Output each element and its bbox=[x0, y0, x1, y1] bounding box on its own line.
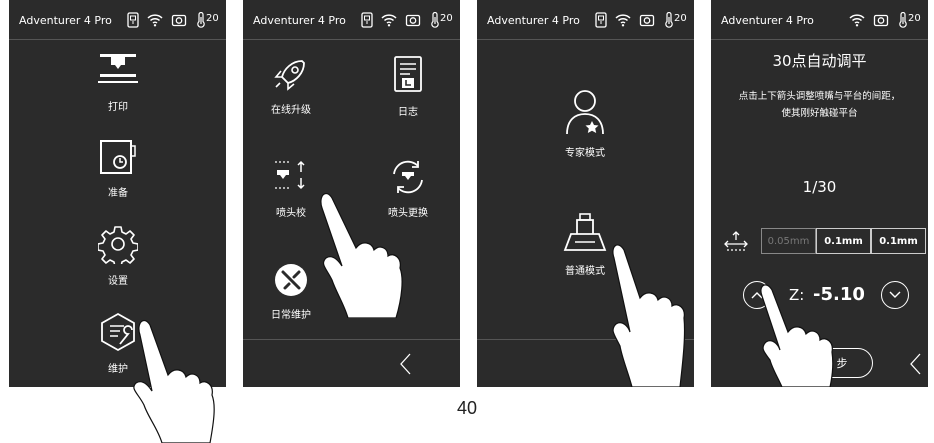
menu-item-log[interactable]: 日志 bbox=[373, 55, 443, 118]
leveling-progress: 1/30 bbox=[802, 178, 837, 196]
temperature-value: 20 bbox=[908, 13, 921, 24]
log-icon bbox=[394, 56, 422, 92]
wifi-icon bbox=[849, 14, 865, 27]
menu-label-maintenance: 维护 bbox=[108, 364, 128, 375]
device-title: Adventurer 4 Pro bbox=[487, 14, 580, 27]
menu-item-print[interactable]: 打印 bbox=[88, 52, 148, 113]
device-title: Adventurer 4 Pro bbox=[253, 14, 346, 27]
device-title: Adventurer 4 Pro bbox=[721, 14, 814, 27]
next-step-label: 步 bbox=[836, 357, 848, 370]
status-bar: Adventurer 4 Pro 20 bbox=[9, 0, 226, 40]
temperature-value: 20 bbox=[674, 13, 687, 24]
nozzle-calibration-icon bbox=[275, 160, 305, 190]
chevron-left-icon bbox=[634, 353, 645, 374]
usb-storage-icon bbox=[361, 12, 373, 28]
wifi-icon bbox=[381, 14, 397, 27]
bottom-bar bbox=[243, 339, 460, 387]
menu-item-settings[interactable]: 设置 bbox=[88, 224, 148, 287]
z-label: Z: bbox=[789, 286, 805, 304]
usb-storage-icon bbox=[595, 12, 607, 28]
wifi-icon bbox=[147, 14, 163, 27]
menu-item-daily-maintenance[interactable]: 日常维护 bbox=[256, 262, 326, 321]
usb-storage-icon bbox=[127, 12, 139, 28]
menu-item-expert-mode[interactable]: 专家模式 bbox=[550, 88, 620, 159]
next-step-button[interactable]: 步 bbox=[811, 348, 873, 378]
z-up-button[interactable] bbox=[743, 281, 771, 309]
menu-label-print: 打印 bbox=[108, 102, 128, 113]
z-down-button[interactable] bbox=[881, 281, 909, 309]
screen-main-menu: Adventurer 4 Pro 20 打印 准备 设置 维护 bbox=[9, 0, 226, 387]
camera-icon bbox=[639, 14, 655, 27]
leveling-description: 点击上下箭头调整喷嘴与平台的间距， 使其刚好触碰平台 bbox=[719, 88, 920, 122]
prepare-icon bbox=[100, 140, 136, 174]
move-axes-icon bbox=[724, 231, 748, 251]
menu-item-online-upgrade[interactable]: 在线升级 bbox=[256, 55, 326, 116]
temperature-value: 20 bbox=[440, 13, 453, 24]
menu-label-daily-maintenance: 日常维护 bbox=[271, 310, 311, 321]
chevron-left-icon[interactable] bbox=[909, 352, 923, 376]
menu-label-settings: 设置 bbox=[108, 276, 128, 287]
leveling-title: 30点自动调平 bbox=[772, 52, 867, 70]
menu-label-log: 日志 bbox=[398, 107, 418, 118]
wifi-icon bbox=[615, 14, 631, 27]
menu-label-expert-mode: 专家模式 bbox=[565, 148, 605, 159]
gear-icon bbox=[98, 226, 138, 264]
screen-maintenance: Adventurer 4 Pro 20 在线升级 日志 喷头校 喷头更换 日常维… bbox=[243, 0, 460, 387]
camera-icon bbox=[171, 14, 187, 27]
menu-label-online-upgrade: 在线升级 bbox=[271, 105, 311, 116]
step-option-0-05mm[interactable]: 0.05mm bbox=[761, 228, 816, 254]
chevron-up-icon bbox=[751, 292, 763, 299]
print-icon bbox=[98, 54, 138, 83]
menu-item-normal-mode[interactable]: 普通模式 bbox=[550, 210, 620, 277]
menu-item-prepare[interactable]: 准备 bbox=[88, 138, 148, 199]
z-offset-row: Z: -5.10 bbox=[711, 280, 928, 310]
temperature-value: 20 bbox=[206, 13, 219, 24]
leveling-description-line1: 点击上下箭头调整喷嘴与平台的间距， bbox=[738, 91, 901, 102]
camera-icon bbox=[405, 14, 421, 27]
step-size-selector: 0.05mm 0.1mm 0.1mm bbox=[761, 228, 926, 254]
tools-icon bbox=[275, 264, 307, 296]
screen-mode-select: Adventurer 4 Pro 20 专家模式 普通模式 bbox=[477, 0, 694, 387]
device-title: Adventurer 4 Pro bbox=[19, 14, 112, 27]
menu-label-nozzle-calibration: 喷头校 bbox=[276, 208, 306, 219]
z-value: -5.10 bbox=[813, 284, 865, 305]
chevron-left-icon bbox=[400, 353, 411, 374]
status-bar: Adventurer 4 Pro 20 bbox=[477, 0, 694, 40]
chevron-down-icon bbox=[889, 291, 901, 298]
status-bar: Adventurer 4 Pro 20 bbox=[243, 0, 460, 40]
expert-user-icon bbox=[566, 90, 604, 135]
step-option-0-1mm[interactable]: 0.1mm bbox=[816, 228, 871, 254]
menu-label-normal-mode: 普通模式 bbox=[565, 266, 605, 277]
screen-auto-leveling: Adventurer 4 Pro 20 30点自动调平 点击上下箭头调整喷嘴与平… bbox=[711, 0, 928, 387]
menu-item-maintenance[interactable]: 维护 bbox=[88, 312, 148, 375]
menu-item-nozzle-replace[interactable]: 喷头更换 bbox=[373, 158, 443, 219]
step-option-0-1mm-second[interactable]: 0.1mm bbox=[871, 228, 926, 254]
menu-item-nozzle-calibration[interactable]: 喷头校 bbox=[256, 158, 326, 219]
nozzle-replace-icon bbox=[393, 160, 423, 194]
maintenance-icon bbox=[101, 312, 135, 352]
status-bar: Adventurer 4 Pro 20 bbox=[711, 0, 928, 40]
menu-label-prepare: 准备 bbox=[108, 188, 128, 199]
normal-mode-printer-icon bbox=[563, 213, 607, 251]
leveling-description-line2: 使其刚好触碰平台 bbox=[781, 108, 858, 119]
rocket-icon bbox=[274, 60, 305, 91]
page-number: 40 bbox=[457, 398, 478, 418]
bottom-bar bbox=[477, 339, 694, 387]
back-button[interactable] bbox=[586, 340, 694, 387]
back-button[interactable] bbox=[352, 340, 460, 387]
camera-icon bbox=[873, 14, 889, 27]
menu-label-nozzle-replace: 喷头更换 bbox=[388, 208, 428, 219]
